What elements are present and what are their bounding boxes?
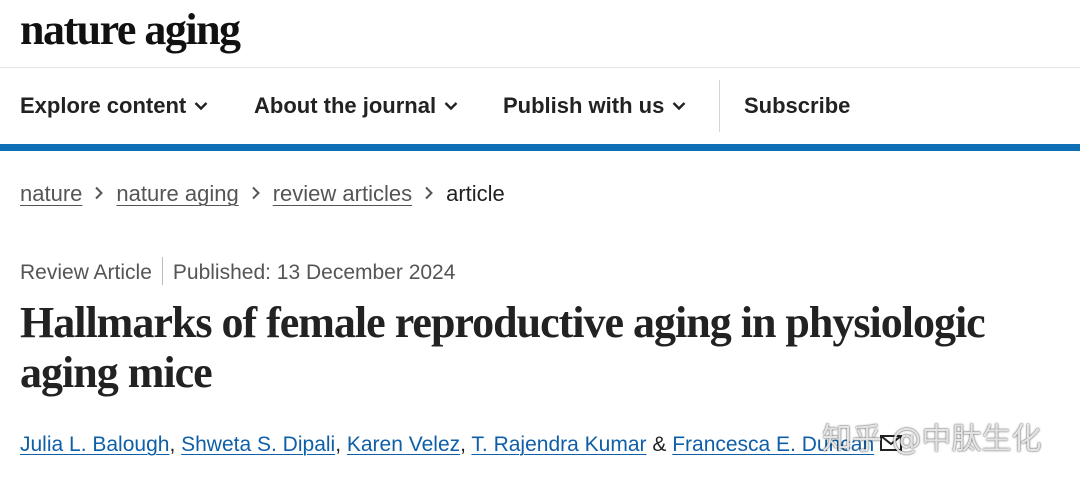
breadcrumb-link-nature-aging[interactable]: nature aging: [116, 181, 238, 206]
main-nav: Explore content About the journal Publis…: [0, 68, 1080, 144]
article-title: Hallmarks of female reproductive aging i…: [20, 298, 986, 397]
meta-divider: [161, 257, 163, 286]
author-link[interactable]: T. Rajendra Kumar: [471, 433, 646, 456]
breadcrumb: nature nature aging review articles article: [20, 178, 505, 210]
publish-date: Published: 13 December 2024: [172, 261, 456, 284]
nav-about-journal[interactable]: About the journal: [254, 68, 458, 144]
article-type: Review Article: [20, 261, 152, 284]
nav-explore-content[interactable]: Explore content: [20, 68, 208, 144]
author-link[interactable]: Julia L. Balough: [20, 433, 169, 456]
author-link[interactable]: Shweta S. Dipali: [181, 433, 335, 456]
breadcrumb-current: article: [446, 181, 505, 206]
chevron-right-icon: [252, 186, 260, 200]
nav-explore-content-label: Explore content: [20, 93, 187, 118]
author-link[interactable]: Karen Velez: [347, 433, 460, 456]
site-logo[interactable]: nature aging: [20, 2, 241, 58]
chevron-right-icon: [425, 186, 434, 200]
nav-separator: [719, 80, 720, 132]
author-list: Julia L. Balough, Shweta S. Dipali, Kare…: [20, 430, 903, 460]
nav-publish-with-us-label: Publish with us: [503, 93, 665, 118]
watermark-text: 知乎 @中肽生化: [822, 422, 1042, 457]
nav-about-journal-label: About the journal: [254, 93, 437, 118]
chevron-down-icon: [672, 101, 686, 110]
nav-subscribe-label: Subscribe: [744, 93, 851, 118]
chevron-down-icon: [444, 101, 458, 110]
nav-subscribe[interactable]: Subscribe: [744, 68, 850, 144]
article-meta: Review Article Published: 13 December 202…: [20, 257, 456, 288]
nav-publish-with-us[interactable]: Publish with us: [503, 68, 686, 144]
chevron-down-icon: [194, 101, 208, 110]
accent-bar: [0, 144, 1080, 151]
breadcrumb-link-nature[interactable]: nature: [20, 181, 82, 206]
breadcrumb-link-review-articles[interactable]: review articles: [273, 181, 412, 206]
chevron-right-icon: [95, 186, 104, 200]
